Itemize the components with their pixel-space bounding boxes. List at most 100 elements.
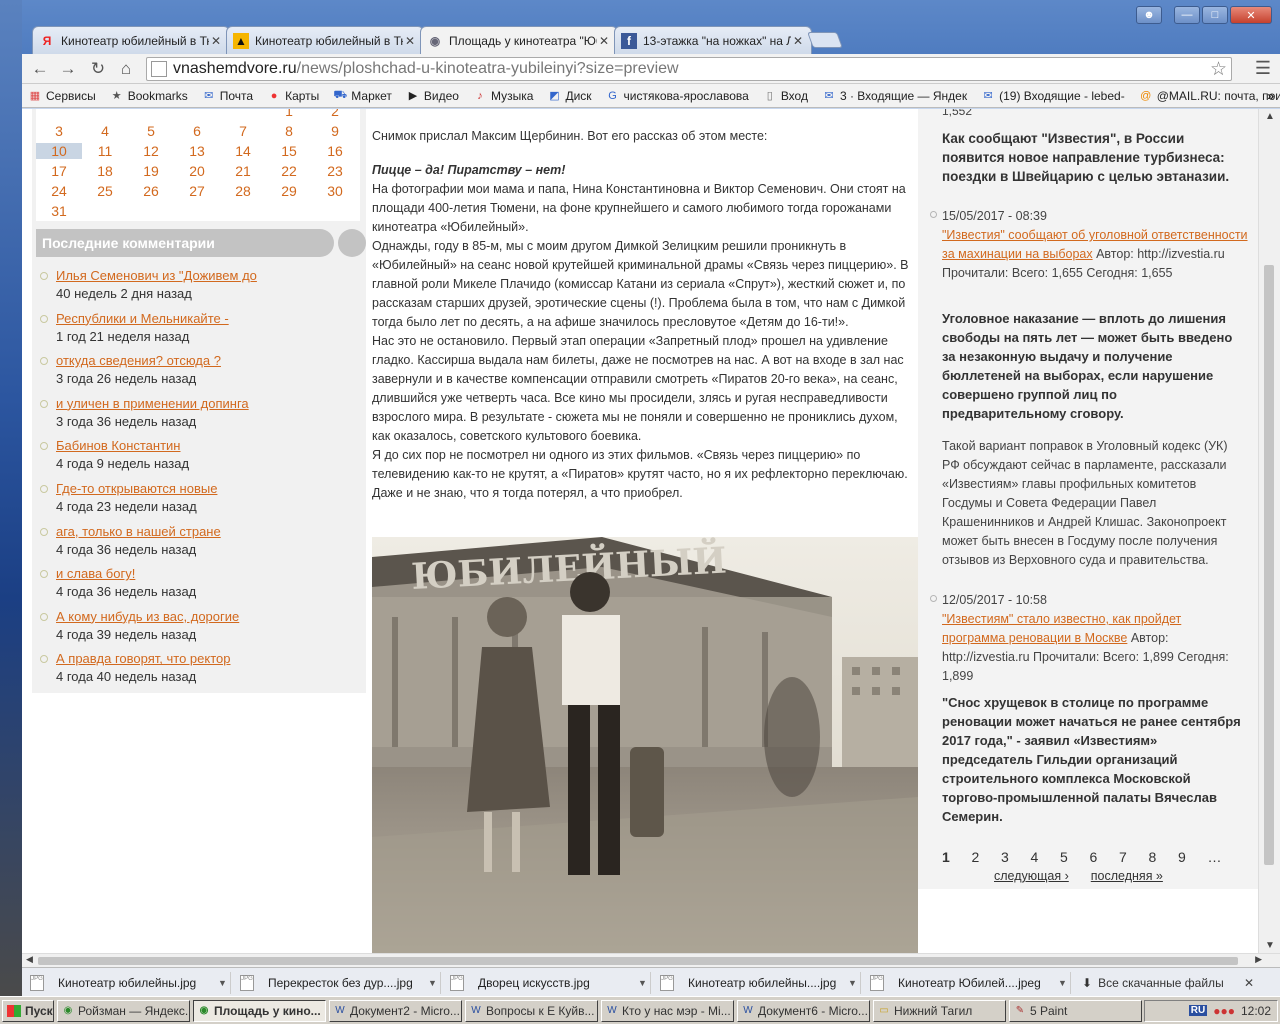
tab-close-icon[interactable]: ✕ — [209, 34, 223, 48]
calendar-day[interactable]: 4 — [82, 123, 128, 139]
calendar-day[interactable]: 14 — [220, 143, 266, 159]
pager-page[interactable]: 6 — [1090, 849, 1120, 865]
bookmark-item[interactable]: Gчистякова-ярославова — [606, 89, 749, 103]
taskbar-button[interactable]: ✎ 5 Paint — [1009, 999, 1142, 1022]
calendar-day[interactable]: 22 — [266, 163, 312, 179]
calendar-day[interactable]: 26 — [128, 183, 174, 199]
bookmark-star-icon[interactable]: ☆ — [1210, 58, 1227, 81]
chevron-down-icon[interactable]: ▼ — [428, 978, 440, 988]
home-icon[interactable]: ⌂ — [114, 58, 138, 80]
comment-link[interactable]: Республики и Мельникайте - — [56, 310, 360, 327]
browser-tab[interactable]: f 13-этажка "на ножках" на Л ✕ — [614, 26, 812, 54]
bookmark-item[interactable]: ● Карты — [267, 89, 320, 103]
pager-next-link[interactable]: следующая › — [994, 869, 1069, 883]
calendar-day[interactable]: 30 — [312, 183, 358, 199]
scroll-left-icon[interactable]: ◀ — [26, 954, 33, 965]
calendar-day[interactable]: 16 — [312, 143, 358, 159]
browser-tab[interactable]: ▲ Кинотеатр юбилейный в Тю ✕ — [226, 26, 424, 54]
download-item[interactable]: JPG Перекресток без дур....jpg ▼ — [236, 972, 441, 994]
calendar-day[interactable]: 5 — [128, 123, 174, 139]
calendar-day[interactable]: 7 — [220, 123, 266, 139]
start-button[interactable]: Пуск — [2, 999, 54, 1022]
calendar-day[interactable]: 3 — [36, 123, 82, 139]
reload-icon[interactable]: ↻ — [86, 58, 110, 80]
forward-icon[interactable]: → — [56, 58, 80, 80]
pager-page[interactable]: 8 — [1149, 849, 1179, 865]
close-window-icon[interactable]: ✕ — [1230, 6, 1272, 24]
calendar-day[interactable]: 15 — [266, 143, 312, 159]
download-item[interactable]: JPG Кинотеатр юбилейны.jpg ▼ — [26, 972, 231, 994]
taskbar-button[interactable]: ▭ Нижний Тагил — [873, 999, 1006, 1022]
taskbar-button[interactable]: W Документ2 - Micro... — [329, 999, 462, 1022]
calendar-day[interactable]: 20 — [174, 163, 220, 179]
horizontal-scroll-thumb[interactable] — [38, 957, 1238, 965]
pager-last-link[interactable]: последняя » — [1091, 869, 1163, 883]
chevron-down-icon[interactable]: ▼ — [1058, 978, 1070, 988]
comment-link[interactable]: откуда сведения? отсюда ? — [56, 352, 360, 369]
calendar-day[interactable]: 1 — [266, 109, 312, 119]
horizontal-scrollbar[interactable]: ◀ ▶ — [22, 953, 1280, 967]
calendar-day[interactable]: 9 — [312, 123, 358, 139]
calendar-day[interactable]: 13 — [174, 143, 220, 159]
calendar-day[interactable]: 17 — [36, 163, 82, 179]
menu-icon[interactable]: ☰ — [1252, 58, 1274, 80]
chevron-down-icon[interactable]: ▼ — [638, 978, 650, 988]
bookmark-item[interactable]: ◩ Диск — [547, 89, 591, 103]
comment-link[interactable]: Илья Семенович из "Доживем до — [56, 267, 360, 284]
scroll-down-icon[interactable]: ▼ — [1259, 940, 1280, 951]
calendar-day[interactable]: 23 — [312, 163, 358, 179]
bookmarks-more-button[interactable]: » — [1267, 89, 1274, 103]
minimize-icon[interactable]: — — [1174, 6, 1200, 24]
all-downloads-link[interactable]: ⬇ Все скачанные файлы — [1082, 972, 1224, 994]
tab-close-icon[interactable]: ✕ — [791, 34, 805, 48]
browser-tab[interactable]: Я Кинотеатр юбилейный в Тю ✕ — [32, 26, 230, 54]
calendar-day[interactable]: 21 — [220, 163, 266, 179]
taskbar-button[interactable]: W Документ6 - Micro... — [737, 999, 870, 1022]
comment-link[interactable]: А кому нибудь из вас, дорогие — [56, 608, 360, 625]
maximize-icon[interactable]: □ — [1202, 6, 1228, 24]
bookmark-item[interactable]: ★ Bookmarks — [110, 89, 188, 103]
calendar-day[interactable]: 11 — [82, 143, 128, 159]
tab-close-icon[interactable]: ✕ — [403, 34, 417, 48]
calendar-day[interactable]: 10 — [36, 143, 82, 159]
taskbar-button[interactable]: W Кто у нас мэр - Mi... — [601, 999, 734, 1022]
pager-page[interactable]: 9 — [1178, 849, 1208, 865]
calendar-day[interactable]: 25 — [82, 183, 128, 199]
tab-close-icon[interactable]: ✕ — [597, 34, 611, 48]
taskbar-button[interactable]: W Вопросы к Е Куйв... — [465, 999, 598, 1022]
download-item[interactable]: JPG Кинотеатр Юбилей....jpeg ▼ — [866, 972, 1071, 994]
comment-link[interactable]: и уличен в применении допинга — [56, 395, 360, 412]
calendar-day[interactable]: 6 — [174, 123, 220, 139]
calendar-day[interactable]: 18 — [82, 163, 128, 179]
user-icon[interactable]: ☻ — [1136, 6, 1162, 24]
chevron-down-icon[interactable]: ▼ — [218, 978, 230, 988]
calendar-day[interactable]: 27 — [174, 183, 220, 199]
calendar-day[interactable]: 8 — [266, 123, 312, 139]
pager-page[interactable]: 5 — [1060, 849, 1090, 865]
vertical-scroll-thumb[interactable] — [1264, 265, 1274, 865]
calendar-day[interactable]: 2 — [312, 109, 358, 119]
pager-page[interactable]: 2 — [972, 849, 1002, 865]
calendar-day[interactable]: 28 — [220, 183, 266, 199]
bookmark-item[interactable]: ▶ Видео — [406, 89, 459, 103]
bookmark-item[interactable]: ✉ 3 · Входящие — Яндек — [822, 89, 967, 103]
download-item[interactable]: JPG Кинотеатр юбилейны....jpg ▼ — [656, 972, 861, 994]
scroll-up-icon[interactable]: ▲ — [1259, 111, 1280, 122]
bookmark-item[interactable]: @ @MAIL.RU: почта, пои — [1139, 89, 1280, 103]
address-bar[interactable]: vnashemdvore.ru /news/ploshchad-u-kinote… — [146, 57, 1232, 81]
new-tab-button[interactable] — [807, 32, 843, 48]
taskbar-button[interactable]: ◉ Площадь у кино... — [193, 999, 326, 1022]
bookmark-item[interactable]: ♪ Музыка — [473, 89, 533, 103]
calendar-day[interactable]: 24 — [36, 183, 82, 199]
back-icon[interactable]: ← — [28, 58, 52, 80]
pager-page[interactable]: … — [1208, 849, 1238, 865]
browser-tab[interactable]: ◉ Площадь у кинотеатра "Юб ✕ — [420, 26, 618, 54]
comments-toggle[interactable] — [338, 229, 366, 257]
comment-link[interactable]: А правда говорят, что ректор — [56, 650, 360, 667]
calendar-day[interactable]: 31 — [36, 203, 82, 219]
scroll-right-icon[interactable]: ▶ — [1255, 954, 1262, 965]
comment-link[interactable]: и слава богу! — [56, 565, 360, 582]
chevron-down-icon[interactable]: ▼ — [848, 978, 860, 988]
bookmark-item[interactable]: ▯ Вход — [763, 89, 808, 103]
bookmark-item[interactable]: ⛟ Маркет — [333, 89, 392, 103]
